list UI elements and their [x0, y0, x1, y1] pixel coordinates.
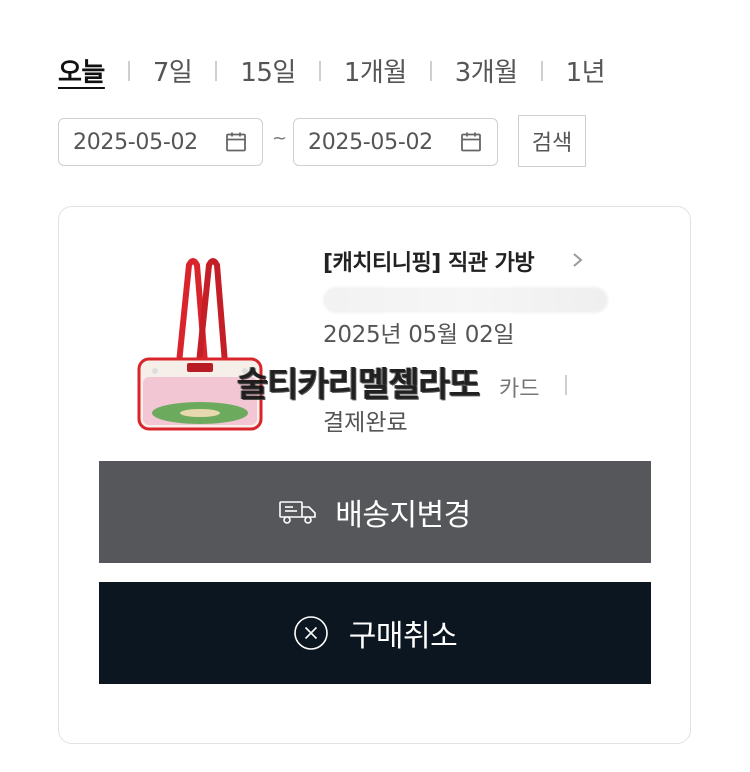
change-address-label: 배송지변경 [335, 498, 471, 533]
truck-icon [279, 501, 317, 524]
start-date-field[interactable]: 2025-05-02 [58, 118, 263, 166]
chevron-right-icon[interactable] [571, 251, 585, 269]
tab-1-month[interactable]: 1개월 [344, 52, 407, 89]
payment-divider [565, 375, 567, 395]
watermark-text: 술티카리멜젤라또 [237, 365, 480, 405]
tab-3-months[interactable]: 3개월 [455, 52, 518, 89]
tab-1-year[interactable]: 1년 [566, 52, 606, 89]
date-range-separator: ~ [272, 128, 288, 149]
cancel-purchase-button[interactable]: 구매취소 [99, 582, 651, 684]
end-date-value: 2025-05-02 [308, 129, 433, 155]
order-card: [캐치티니핑] 직관 가방 2025년 05월 02일 카드 결제완료 술티카리… [58, 206, 691, 744]
change-address-button[interactable]: 배송지변경 [99, 461, 651, 563]
product-name[interactable]: [캐치티니핑] 직관 가방 [323, 245, 535, 277]
tab-divider [318, 60, 321, 81]
order-status: 결제완료 [323, 410, 408, 436]
cancel-purchase-label: 구매취소 [348, 619, 458, 654]
tab-divider [215, 60, 218, 81]
end-date-field[interactable]: 2025-05-02 [293, 118, 498, 166]
tab-divider [127, 60, 130, 81]
tab-divider [429, 60, 432, 81]
product-image[interactable] [135, 255, 265, 435]
redacted-option [323, 287, 608, 313]
calendar-icon[interactable] [224, 130, 248, 154]
tab-15-days[interactable]: 15일 [240, 52, 296, 89]
x-circle-icon [293, 616, 328, 650]
tab-today[interactable]: 오늘 [58, 52, 105, 89]
tab-divider [540, 60, 543, 81]
period-tabs: 오늘 7일 15일 1개월 3개월 1년 [58, 52, 606, 89]
payment-method: 카드 [499, 377, 540, 402]
tab-7-days[interactable]: 7일 [153, 52, 193, 89]
search-button[interactable]: 검색 [518, 115, 586, 167]
start-date-value: 2025-05-02 [73, 129, 198, 155]
order-date: 2025년 05월 02일 [323, 322, 515, 348]
calendar-icon[interactable] [459, 130, 483, 154]
